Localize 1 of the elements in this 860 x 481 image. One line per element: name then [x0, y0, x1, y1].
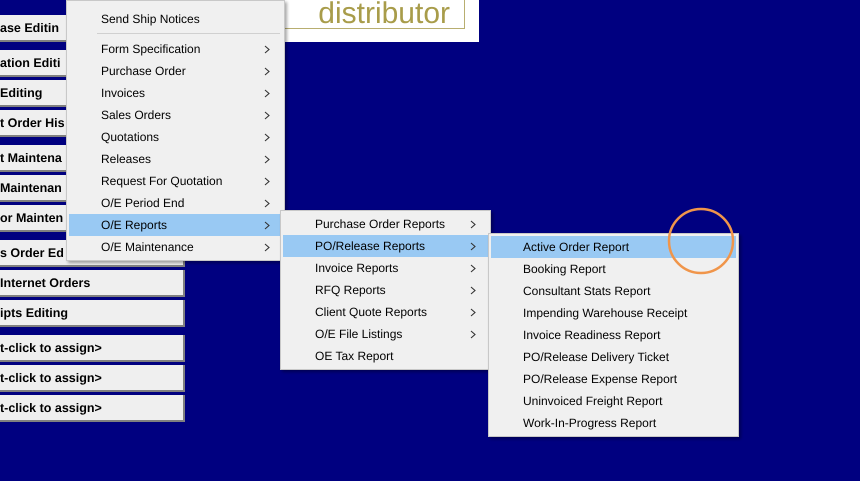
logo-text: distributor	[318, 0, 450, 28]
